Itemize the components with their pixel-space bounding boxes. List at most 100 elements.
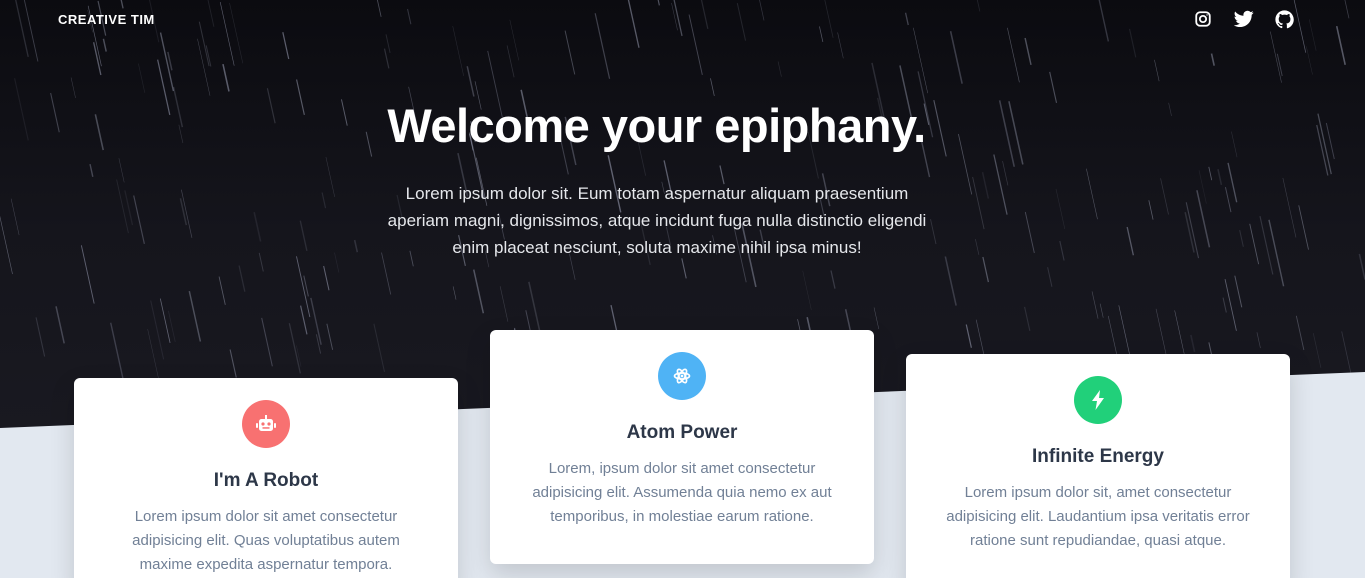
star-trail-streak <box>180 189 193 238</box>
star-trail-streak <box>506 45 515 78</box>
star-trail-streak <box>323 265 330 291</box>
star-trail-streak <box>1249 223 1260 265</box>
star-trail-streak <box>1047 267 1053 287</box>
star-trail-streak <box>452 286 457 300</box>
robot-icon-badge <box>242 400 290 448</box>
star-trail-streak <box>993 154 1008 215</box>
feature-card-energy: Infinite Energy Lorem ipsum dolor sit, a… <box>906 354 1290 578</box>
star-trail-streak <box>133 195 145 245</box>
star-trail-streak <box>1270 31 1282 83</box>
star-trail-streak <box>472 269 485 314</box>
star-trail-streak <box>55 306 65 344</box>
star-trail-streak <box>70 77 76 99</box>
star-trail-streak <box>1239 229 1244 247</box>
star-trail-streak <box>499 286 509 322</box>
star-trail-streak <box>89 164 94 177</box>
star-trail-streak <box>1126 226 1135 256</box>
star-trail-streak <box>466 66 475 97</box>
star-trail-streak <box>35 317 46 357</box>
star-trail-streak <box>1059 240 1065 261</box>
star-trail-streak <box>777 61 782 77</box>
star-trail-streak <box>261 317 273 367</box>
star-trail-streak <box>1224 279 1237 331</box>
star-trail-streak <box>1002 160 1009 186</box>
star-trail-streak <box>1317 113 1332 175</box>
star-trail-streak <box>1295 315 1305 351</box>
star-trail-streak <box>1276 53 1283 77</box>
star-trail-streak <box>1055 188 1066 230</box>
star-trail-streak <box>873 307 880 330</box>
star-trail-streak <box>1268 219 1285 287</box>
star-trail-streak <box>222 63 230 92</box>
hero-subtitle: Lorem ipsum dolor sit. Eum totam asperna… <box>387 184 927 257</box>
star-trail-streak <box>1024 37 1032 66</box>
brand-link[interactable]: CREATIVE TIM <box>58 12 155 27</box>
star-trail-streak <box>1282 177 1297 238</box>
star-trail-streak <box>373 323 386 373</box>
star-trail-streak <box>975 239 980 255</box>
star-trail-streak <box>296 256 311 318</box>
card-text: Lorem ipsum dolor sit amet consectetur a… <box>132 508 400 573</box>
star-trail-streak <box>1174 310 1185 354</box>
star-trail-streak <box>1198 170 1207 204</box>
star-trail-streak <box>334 252 340 273</box>
star-trail-streak <box>102 38 107 52</box>
star-trail-streak <box>168 310 176 343</box>
star-trail-streak <box>830 270 836 289</box>
star-trail-streak <box>300 305 308 335</box>
star-trail-streak <box>238 265 246 292</box>
star-trail-streak <box>1099 303 1104 318</box>
star-trail-streak <box>1154 59 1160 82</box>
star-trail-streak <box>159 298 171 343</box>
hero-title: Welcome your epiphany. <box>387 99 926 152</box>
star-trail-streak <box>1222 297 1227 313</box>
star-trail-streak <box>353 239 359 253</box>
star-trail-streak <box>325 156 335 197</box>
star-trail-streak <box>1358 253 1365 280</box>
star-trail-streak <box>1312 333 1322 368</box>
star-trail-streak <box>972 176 985 230</box>
twitter-icon[interactable] <box>1233 9 1254 30</box>
star-trail-streak <box>1086 168 1098 220</box>
star-trail-streak <box>116 179 129 234</box>
star-trail-streak <box>1185 202 1200 259</box>
star-trail-streak <box>1306 46 1313 75</box>
star-trail-streak <box>1208 166 1213 181</box>
star-trail-streak <box>1024 211 1035 254</box>
star-trail-streak <box>138 63 146 93</box>
card-title: Atom Power <box>626 422 738 443</box>
star-trail-streak <box>110 322 126 386</box>
star-trail-streak <box>326 323 334 350</box>
star-trail-streak <box>1341 331 1356 395</box>
github-icon[interactable] <box>1274 9 1295 30</box>
star-trail-streak <box>944 256 957 306</box>
card-title: Infinite Energy <box>1032 446 1164 467</box>
star-trail-streak <box>188 290 202 342</box>
social-links <box>1192 9 1307 30</box>
star-trail-streak <box>321 192 327 209</box>
atom-icon <box>673 368 691 384</box>
atom-icon-badge <box>658 352 706 400</box>
star-trail-streak <box>1217 169 1223 186</box>
star-trail-streak <box>288 323 301 374</box>
star-trail-streak <box>1210 53 1215 66</box>
star-trail-streak <box>1024 306 1031 331</box>
star-trail-streak <box>681 258 687 279</box>
navbar: CREATIVE TIM <box>0 0 1365 38</box>
star-trail-streak <box>299 220 308 252</box>
card-text: Lorem ipsum dolor sit, amet consectetur … <box>946 484 1250 549</box>
star-trail-streak <box>1155 308 1168 359</box>
robot-icon <box>256 415 276 431</box>
star-trail-streak <box>1190 334 1196 353</box>
feature-card-robot: I'm A Robot Lorem ipsum dolor sit amet c… <box>74 378 458 578</box>
instagram-icon[interactable] <box>1192 9 1213 30</box>
star-trail-streak <box>229 349 237 378</box>
star-trail-streak <box>10 198 20 236</box>
star-trail-streak <box>1225 187 1232 213</box>
star-trail-streak <box>528 281 542 335</box>
star-trail-streak <box>1227 162 1238 203</box>
lightning-icon <box>1092 390 1104 410</box>
star-trail-streak <box>179 198 188 226</box>
card-title: I'm A Robot <box>213 470 319 491</box>
star-trail-streak <box>1256 332 1261 349</box>
